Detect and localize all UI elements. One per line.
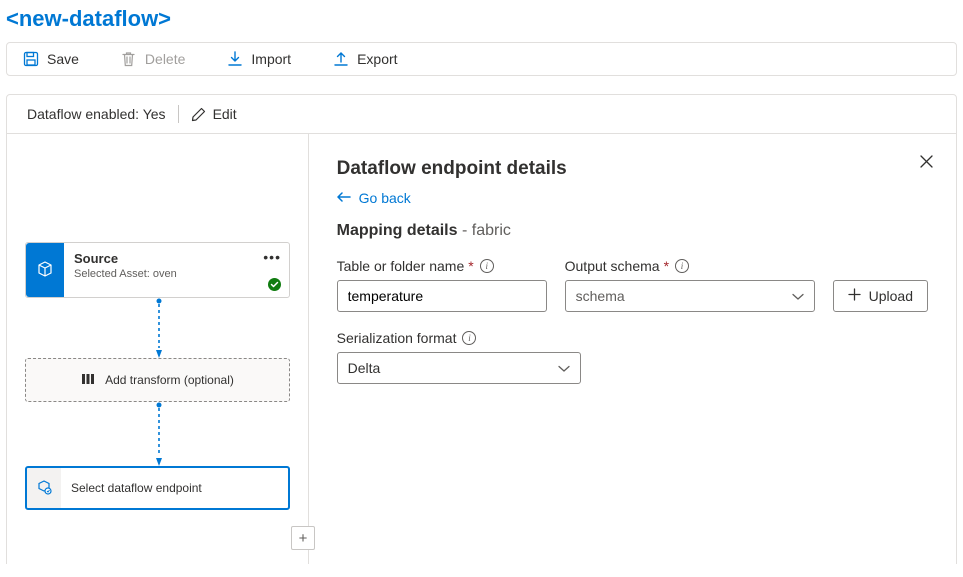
output-schema-placeholder: schema [576,288,625,304]
transform-icon [81,372,95,389]
detail-pane: Dataflow endpoint details Go back Mappin… [309,134,956,564]
page-title: <new-dataflow> [0,0,963,42]
save-button[interactable]: Save [23,51,79,67]
section-title-main: Mapping details [337,222,458,239]
required-indicator: * [664,258,669,274]
table-name-input[interactable] [337,280,547,312]
edit-label: Edit [213,106,237,122]
serialization-value: Delta [348,360,381,376]
detail-heading: Dataflow endpoint details [337,158,928,180]
info-icon[interactable]: i [462,331,476,345]
connector-arrow [156,402,162,468]
arrow-left-icon [337,190,351,206]
upload-label: Upload [869,288,913,304]
status-bar: Dataflow enabled: Yes Edit [6,94,957,134]
close-button[interactable] [919,154,934,172]
pencil-icon [191,106,207,122]
endpoint-node[interactable]: Select dataflow endpoint [25,466,290,510]
endpoint-node-label: Select dataflow endpoint [61,473,288,503]
dataflow-canvas: Source Selected Asset: oven ••• Add tran… [7,134,309,564]
save-icon [23,51,39,67]
edit-button[interactable]: Edit [191,106,237,122]
dataflow-enabled-label: Dataflow enabled: Yes [27,106,166,122]
source-node-title: Source [74,251,279,266]
serialization-label: Serialization format i [337,330,581,346]
output-schema-label: Output schema * i [565,258,815,274]
export-label: Export [357,51,397,67]
delete-label: Delete [145,51,185,67]
source-node-subtitle: Selected Asset: oven [74,268,279,280]
save-label: Save [47,51,79,67]
trash-icon [121,51,137,67]
check-icon [268,278,281,291]
chevron-down-icon [558,360,570,376]
cube-icon [36,260,54,281]
delete-button: Delete [121,51,185,67]
separator [178,105,179,123]
output-schema-select[interactable]: schema [565,280,815,312]
table-name-label: Table or folder name * i [337,258,547,274]
plus-icon [848,288,861,304]
toolbar: Save Delete Import Export [6,42,957,76]
export-button[interactable]: Export [333,51,397,67]
chevron-down-icon [792,288,804,304]
endpoint-node-stripe [27,468,61,508]
section-title-sub: fabric [472,222,511,239]
import-button[interactable]: Import [227,51,291,67]
connector-arrow [156,298,162,360]
required-indicator: * [468,258,473,274]
add-transform-label: Add transform (optional) [105,373,234,387]
source-more-button[interactable]: ••• [263,249,281,265]
endpoint-icon [36,479,52,498]
info-icon[interactable]: i [675,259,689,273]
serialization-select[interactable]: Delta [337,352,581,384]
plus-icon: + [299,530,308,547]
upload-button[interactable]: Upload [833,280,928,312]
import-label: Import [251,51,291,67]
go-back-link[interactable]: Go back [337,190,411,206]
import-icon [227,51,243,67]
add-transform-node[interactable]: Add transform (optional) [25,358,290,402]
close-icon [919,154,934,169]
go-back-label: Go back [359,190,411,206]
export-icon [333,51,349,67]
source-node[interactable]: Source Selected Asset: oven ••• [25,242,290,298]
section-title: Mapping details - fabric [337,222,928,240]
info-icon[interactable]: i [480,259,494,273]
source-node-stripe [26,243,64,297]
